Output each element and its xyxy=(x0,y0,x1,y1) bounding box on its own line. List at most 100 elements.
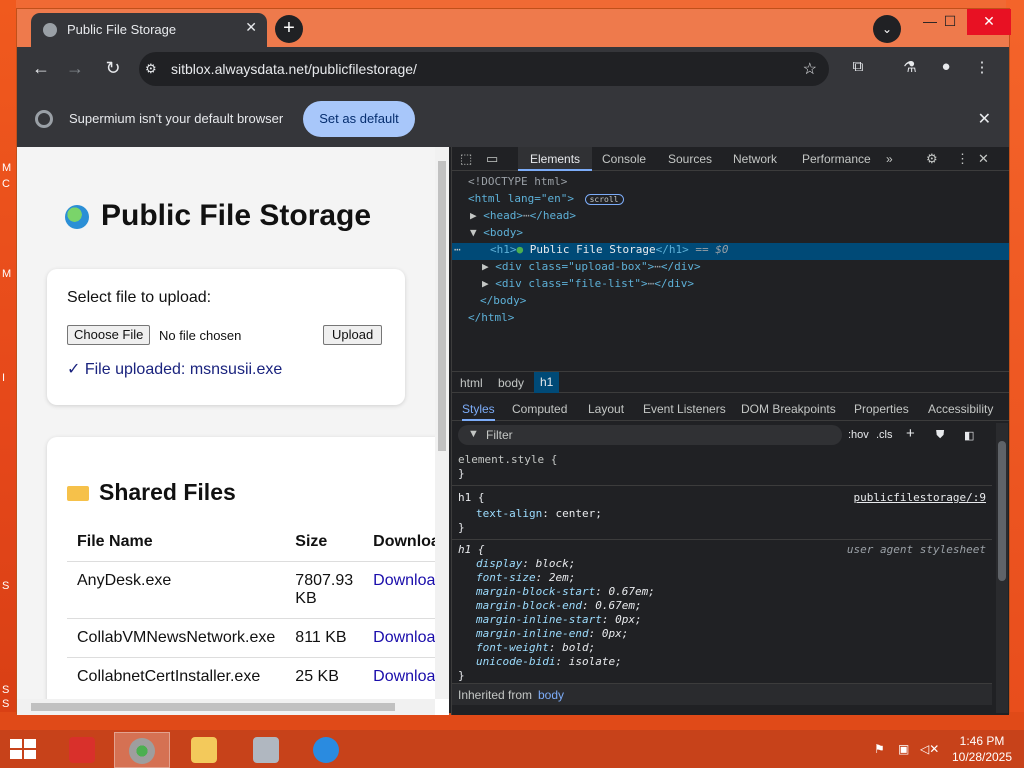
desktop-icon-label[interactable]: C xyxy=(2,178,10,190)
desktop-icon-label[interactable]: S xyxy=(2,698,9,710)
dom-h1-open: <h1> xyxy=(490,243,517,256)
desktop-icon-label[interactable]: S xyxy=(2,684,9,696)
site-info-icon[interactable]: ⚙ xyxy=(145,61,157,77)
inherited-from-link[interactable]: body xyxy=(538,688,564,702)
dom-upload-box-node[interactable]: ▶ <div class="upload-box">⋯</div> xyxy=(482,260,701,273)
inspect-element-icon[interactable]: ⬚ xyxy=(460,151,472,167)
scrollbar-thumb[interactable] xyxy=(438,161,446,451)
dom-div-upload: <div class="upload-box"> xyxy=(495,260,655,273)
reload-button[interactable]: ↻ xyxy=(101,57,125,81)
dom-div-close: </div> xyxy=(654,277,694,290)
clock-time: 1:46 PM xyxy=(959,734,1005,748)
css-property[interactable]: text-align: center; xyxy=(476,507,602,520)
css-property-name: text-align xyxy=(476,507,543,520)
dom-body-node[interactable]: ▼ <body> xyxy=(470,226,523,239)
subtab-accessibility[interactable]: Accessibility xyxy=(928,402,993,416)
rule-source-link[interactable]: publicfilestorage/:9 xyxy=(854,491,986,504)
tab-network[interactable]: Network xyxy=(733,152,777,166)
desktop-icon-label[interactable]: M xyxy=(2,268,11,280)
tab-search-button[interactable]: ⌄ xyxy=(873,15,901,43)
subtab-dom-breakpoints[interactable]: DOM Breakpoints xyxy=(741,402,836,416)
page-vertical-scrollbar[interactable] xyxy=(435,147,449,699)
url-text[interactable]: sitblox.alwaysdata.net/publicfilestorage… xyxy=(171,61,417,77)
breadcrumb-h1[interactable]: h1 xyxy=(534,372,560,393)
subtab-layout[interactable]: Layout xyxy=(588,402,624,416)
maximize-button[interactable]: ☐ xyxy=(935,9,965,35)
scrollbar-thumb[interactable] xyxy=(31,703,395,711)
bookmark-star-icon[interactable]: ☆ xyxy=(803,59,817,79)
tab-public-file-storage[interactable]: Public File Storage ✕ xyxy=(31,13,267,47)
back-button[interactable]: ← xyxy=(29,57,53,81)
volume-muted-icon[interactable]: ◁✕ xyxy=(920,742,939,756)
settings-gear-icon[interactable]: ⚙ xyxy=(926,151,938,167)
shared-files-heading: Shared Files xyxy=(67,479,236,506)
subtab-styles[interactable]: Styles xyxy=(462,402,495,421)
flag-icon[interactable]: ⚑ xyxy=(874,742,885,756)
tab-close-icon[interactable]: ✕ xyxy=(245,19,257,36)
menu-kebab-icon[interactable]: ⋮ xyxy=(971,58,993,76)
tab-sources[interactable]: Sources xyxy=(668,152,712,166)
sidebar-toggle-icon[interactable]: ◧ xyxy=(964,429,974,442)
taskbar-app-system[interactable] xyxy=(238,732,294,768)
dom-h1-node-selected[interactable]: ⋯ <h1>● Public File Storage</h1> == $0 xyxy=(452,243,1009,260)
breadcrumb-html[interactable]: html xyxy=(460,376,483,390)
paint-bucket-icon[interactable]: ⛊ xyxy=(936,429,944,442)
scroll-badge[interactable]: scroll xyxy=(584,194,624,205)
class-toggle-button[interactable]: .cls xyxy=(876,429,893,441)
tab-performance[interactable]: Performance xyxy=(802,152,871,166)
css-property-value: center; xyxy=(555,507,602,520)
subtab-computed[interactable]: Computed xyxy=(512,402,567,416)
forward-button[interactable]: → xyxy=(63,57,87,81)
desktop-icon-label[interactable]: M xyxy=(2,162,11,174)
close-window-button[interactable]: ✕ xyxy=(967,9,1011,35)
scrollbar-thumb[interactable] xyxy=(998,441,1006,581)
address-bar[interactable]: ⚙ sitblox.alwaysdata.net/publicfilestora… xyxy=(139,52,829,86)
subtab-properties[interactable]: Properties xyxy=(854,402,909,416)
desktop-icon-label[interactable]: S xyxy=(2,580,9,592)
close-brace: } xyxy=(458,467,465,480)
default-browser-infobar: Supermium isn't your default browser Set… xyxy=(17,91,1009,147)
page-horizontal-scrollbar[interactable] xyxy=(17,699,435,715)
start-button[interactable] xyxy=(10,739,38,761)
dom-head-node[interactable]: ▶ <head>⋯</head> xyxy=(470,209,576,222)
rule-h1-selector[interactable]: h1 { xyxy=(458,491,485,504)
dom-doctype[interactable]: <!DOCTYPE html> xyxy=(468,175,567,188)
ellipsis-icon[interactable]: ⋯ xyxy=(454,243,461,256)
labs-flask-icon[interactable]: ⚗ xyxy=(899,58,921,76)
taskbar-app-explorer[interactable] xyxy=(176,732,232,768)
more-tabs-button[interactable]: » xyxy=(886,152,893,166)
taskbar-app-toolbox[interactable] xyxy=(54,732,110,768)
extensions-icon[interactable]: ⧉ xyxy=(847,58,869,75)
new-tab-button[interactable]: + xyxy=(275,15,303,43)
devtools-close-icon[interactable]: ✕ xyxy=(978,151,989,167)
devtools-menu-icon[interactable]: ⋮ xyxy=(956,151,969,167)
infobar-close-icon[interactable]: ✕ xyxy=(978,109,991,129)
rule-divider xyxy=(452,485,992,486)
device-toolbar-icon[interactable]: ▭ xyxy=(486,151,498,167)
dom-body-close[interactable]: </body> xyxy=(480,294,526,307)
ua-property: margin-inline-start: 0px; xyxy=(476,613,642,626)
tab-console[interactable]: Console xyxy=(602,152,646,166)
hover-state-button[interactable]: :hov xyxy=(848,429,869,441)
styles-filter-input[interactable]: ▼ Filter xyxy=(458,425,842,445)
taskbar-app-browser[interactable] xyxy=(114,732,170,768)
choose-file-button[interactable]: Choose File xyxy=(67,325,151,345)
upload-button[interactable]: Upload xyxy=(323,325,383,345)
tab-elements[interactable]: Elements xyxy=(518,147,593,171)
dom-html-close[interactable]: </html> xyxy=(468,311,514,324)
dom-file-list-node[interactable]: ▶ <div class="file-list">⋯</div> xyxy=(482,277,694,290)
element-style-rule[interactable]: element.style { xyxy=(458,453,557,466)
set-as-default-button[interactable]: Set as default xyxy=(303,101,415,137)
styles-scrollbar[interactable] xyxy=(996,423,1008,713)
network-icon[interactable]: ▣ xyxy=(898,742,909,756)
desktop-icon-label[interactable]: I xyxy=(2,372,5,384)
windows-logo-icon xyxy=(10,739,22,748)
taskbar-app-ie[interactable] xyxy=(298,732,354,768)
breadcrumb-body[interactable]: body xyxy=(498,376,524,390)
new-rule-button[interactable]: + xyxy=(906,425,915,442)
styles-subtab-bar: Styles Computed Layout Event Listeners D… xyxy=(452,397,1009,421)
system-clock[interactable]: 1:46 PM 10/28/2025 xyxy=(944,733,1020,765)
subtab-event-listeners[interactable]: Event Listeners xyxy=(643,402,726,416)
profile-avatar-icon[interactable]: ● xyxy=(935,58,957,75)
dom-html-node[interactable]: <html lang="en"> scroll xyxy=(468,192,624,205)
